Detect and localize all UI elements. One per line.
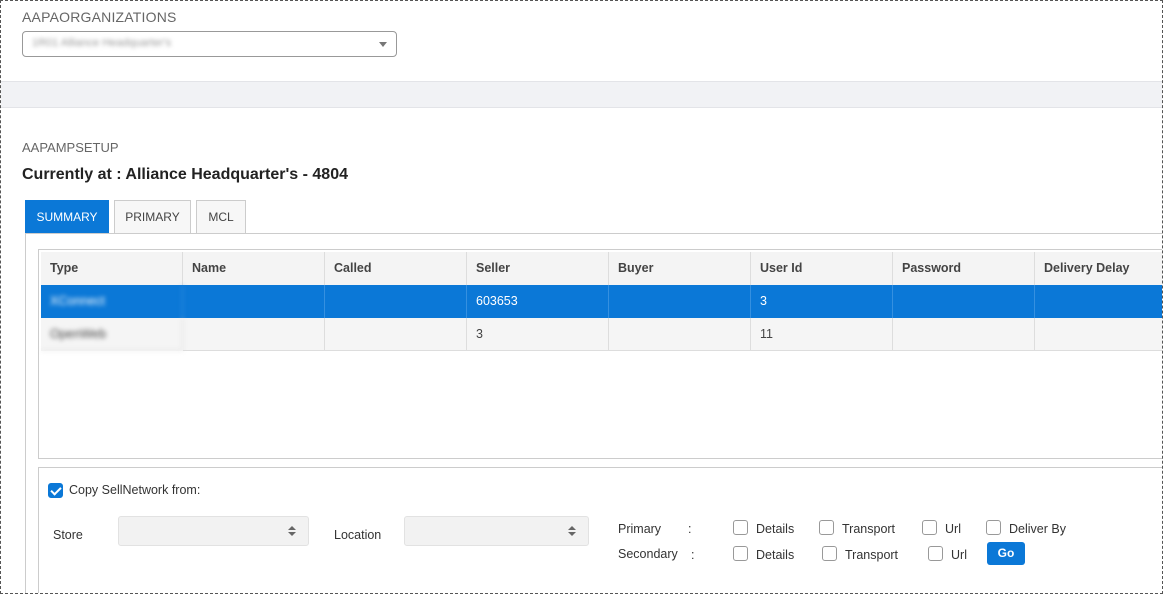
primary-colon: : xyxy=(688,522,692,536)
secondary-url-label: Url xyxy=(951,548,967,562)
column-header-type[interactable]: Type xyxy=(41,252,183,285)
sort-down-icon xyxy=(288,532,296,536)
secondary-transport-checkbox[interactable] xyxy=(822,546,837,561)
tab-mcl[interactable]: MCL xyxy=(196,200,246,233)
chevron-down-icon xyxy=(379,42,387,47)
cell-name xyxy=(183,318,325,351)
secondary-details-label: Details xyxy=(756,548,795,562)
cell-seller: 3 xyxy=(467,318,609,351)
secondary-colon: : xyxy=(691,548,695,562)
primary-transport-checkbox[interactable] xyxy=(819,520,834,535)
cell-called xyxy=(325,285,467,318)
setup-label: AAPAMPSETUP xyxy=(22,140,119,155)
primary-details-label: Details xyxy=(756,522,795,536)
secondary-url-checkbox[interactable] xyxy=(928,546,943,561)
secondary-transport-label: Transport xyxy=(845,548,899,562)
copy-sellnetwork-checkbox[interactable] xyxy=(48,483,63,498)
location-select[interactable] xyxy=(404,516,589,546)
primary-details-checkbox[interactable] xyxy=(733,520,748,535)
cell-delivery-delay xyxy=(1035,318,1162,351)
cell-user-id: 11 xyxy=(751,318,893,351)
column-header-called[interactable]: Called xyxy=(325,252,467,285)
sort-down-icon xyxy=(568,532,576,536)
sort-up-icon xyxy=(288,526,296,530)
copy-sellnetwork-label: Copy SellNetwork from: xyxy=(69,483,201,497)
go-button[interactable]: Go xyxy=(987,542,1025,565)
org-label: AAPAORGANIZATIONS xyxy=(22,9,177,25)
app-frame: AAPAORGANIZATIONS 1R01 Alliance Headquar… xyxy=(0,0,1163,594)
cell-user-id: 3 xyxy=(751,285,893,318)
store-select[interactable] xyxy=(118,516,309,546)
cell-password xyxy=(893,285,1035,318)
primary-deliver-by-label: Deliver By xyxy=(1009,522,1066,536)
store-label: Store xyxy=(53,528,83,542)
section-divider xyxy=(1,81,1162,108)
location-label: Location xyxy=(334,528,382,542)
cell-buyer xyxy=(609,318,751,351)
column-header-delivery-delay[interactable]: Delivery Delay xyxy=(1035,252,1162,285)
secondary-details-checkbox[interactable] xyxy=(733,546,748,561)
cell-seller: 603653 xyxy=(467,285,609,318)
cell-buyer xyxy=(609,285,751,318)
column-header-password[interactable]: Password xyxy=(893,252,1035,285)
cell-password xyxy=(893,318,1035,351)
cell-type: OpenWeb xyxy=(41,318,183,351)
primary-url-checkbox[interactable] xyxy=(922,520,937,535)
primary-url-label: Url xyxy=(945,522,961,536)
current-location: Currently at : Alliance Headquarter's - … xyxy=(22,166,348,183)
tab-primary[interactable]: PRIMARY xyxy=(114,200,191,233)
column-header-buyer[interactable]: Buyer xyxy=(609,252,751,285)
primary-deliver-by-checkbox[interactable] xyxy=(986,520,1001,535)
column-header-user-id[interactable]: User Id xyxy=(751,252,893,285)
primary-transport-label: Transport xyxy=(842,522,896,536)
cell-called xyxy=(325,318,467,351)
primary-label: Primary xyxy=(618,522,662,536)
grid-header: Type Name Called Seller Buyer User Id Pa… xyxy=(41,252,1162,285)
cell-type: XConnect xyxy=(41,285,183,318)
cell-delivery-delay xyxy=(1035,285,1162,318)
table-row-selected[interactable]: XConnect 603653 3 xyxy=(41,285,1162,318)
summary-grid: Type Name Called Seller Buyer User Id Pa… xyxy=(38,249,1162,459)
org-select[interactable]: 1R01 Alliance Headquarter's xyxy=(22,31,397,57)
cell-name xyxy=(183,285,325,318)
table-row[interactable]: OpenWeb 3 11 xyxy=(41,318,1162,351)
column-header-name[interactable]: Name xyxy=(183,252,325,285)
sort-up-icon xyxy=(568,526,576,530)
column-header-seller[interactable]: Seller xyxy=(467,252,609,285)
org-select-value: 1R01 Alliance Headquarter's xyxy=(32,37,172,49)
secondary-label: Secondary xyxy=(618,547,678,561)
tab-summary[interactable]: SUMMARY xyxy=(25,200,109,233)
